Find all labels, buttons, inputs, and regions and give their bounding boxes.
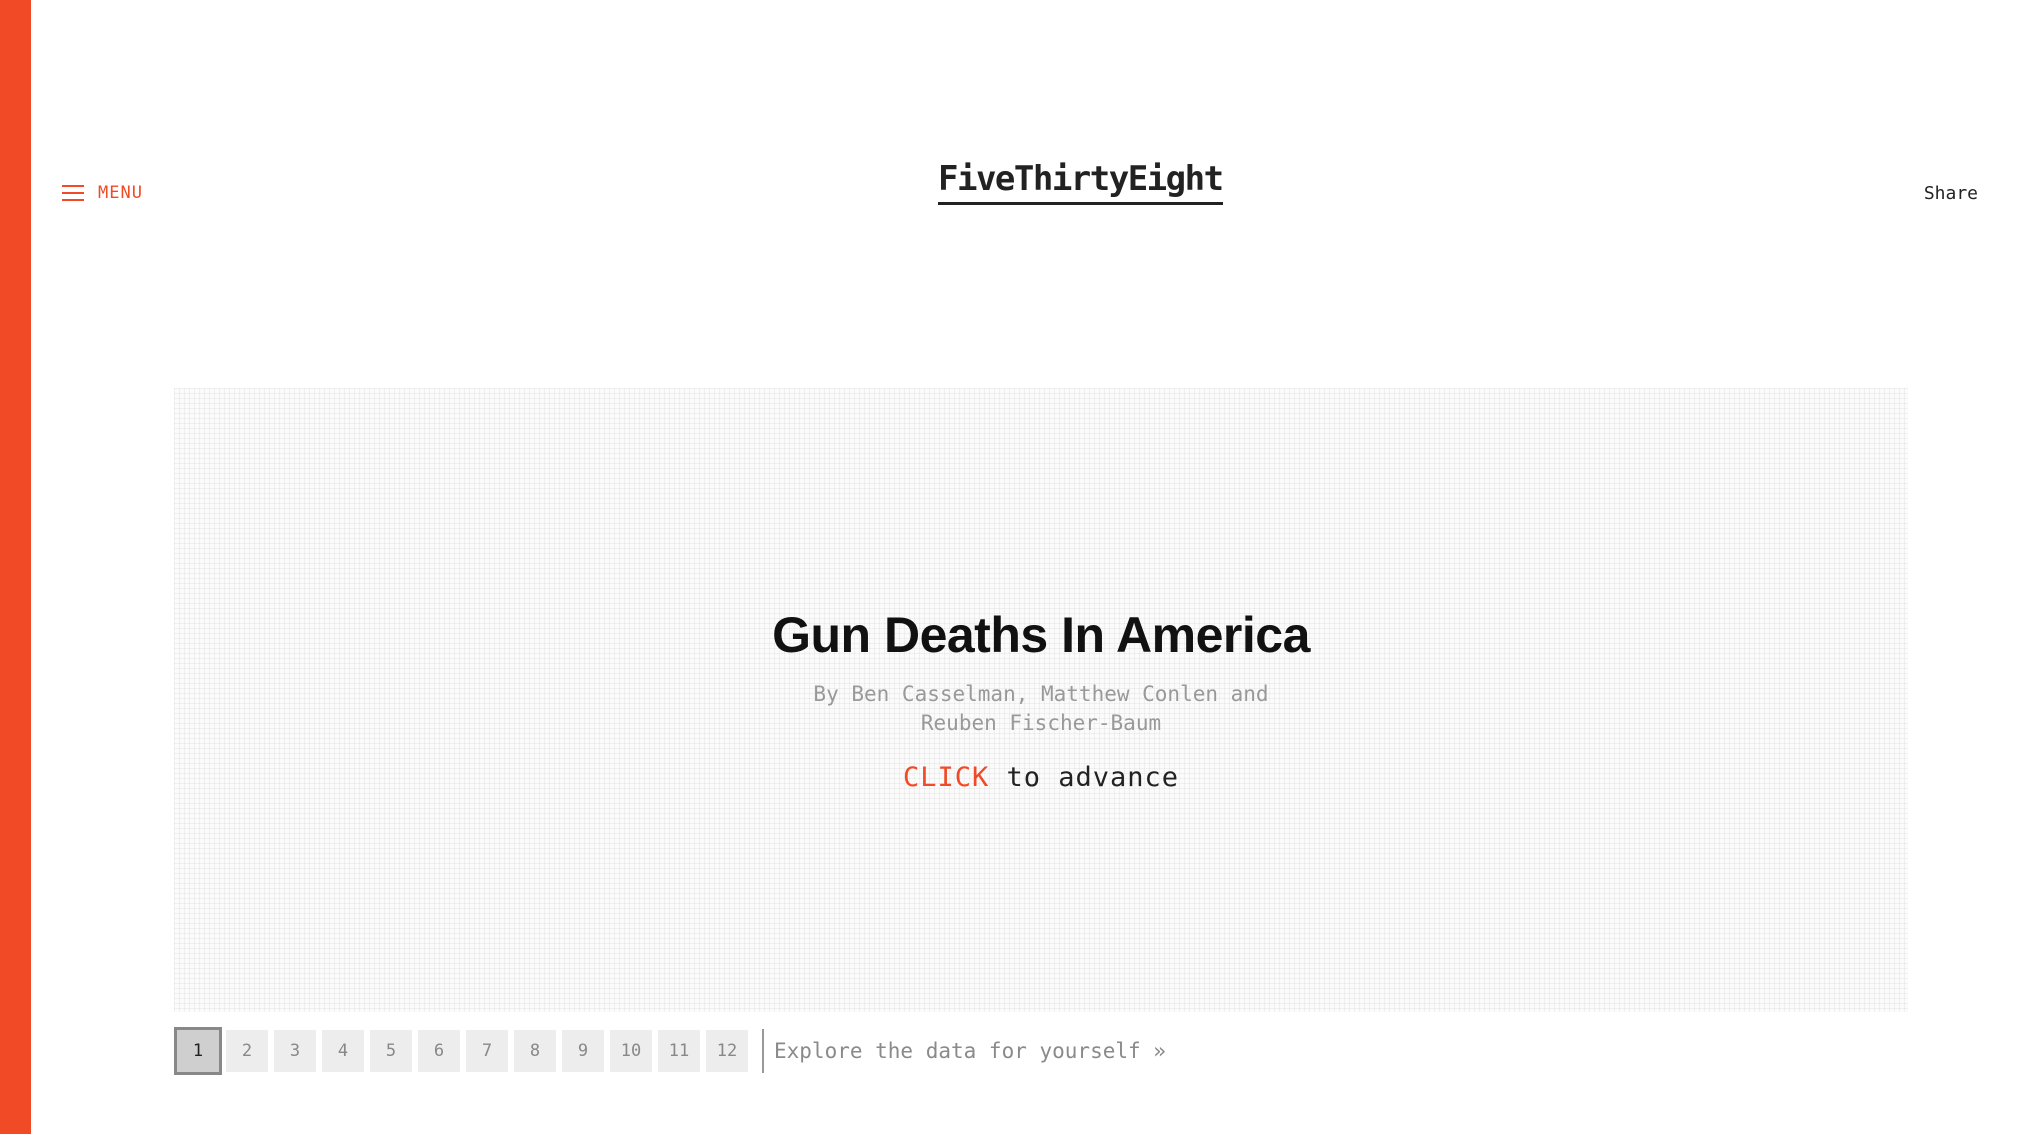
page-button-10[interactable]: 10 [610, 1030, 652, 1072]
page-button-7[interactable]: 7 [466, 1030, 508, 1072]
page-button-12[interactable]: 12 [706, 1030, 748, 1072]
slide-pager: 1 2 3 4 5 6 7 8 9 10 11 12 Explore the d… [174, 1027, 1166, 1075]
page-button-6[interactable]: 6 [418, 1030, 460, 1072]
advance-action-label: CLICK [902, 762, 990, 793]
byline: By Ben Casselman, Matthew Conlen and Reu… [813, 682, 1269, 735]
page-button-2[interactable]: 2 [226, 1030, 268, 1072]
menu-button[interactable]: MENU [62, 183, 143, 203]
story-stage[interactable]: Gun Deaths In America By Ben Casselman, … [174, 388, 1908, 1012]
page-button-8[interactable]: 8 [514, 1030, 556, 1072]
advance-instruction: CLICK to advance [174, 762, 1908, 793]
title-block: Gun Deaths In America By Ben Casselman, … [174, 606, 1908, 793]
explore-data-link[interactable]: Explore the data for yourself » [774, 1039, 1166, 1063]
menu-label: MENU [98, 183, 143, 203]
page-title: Gun Deaths In America [772, 607, 1310, 663]
pager-divider [762, 1029, 764, 1073]
page-button-11[interactable]: 11 [658, 1030, 700, 1072]
site-logo[interactable]: FiveThirtyEight [938, 160, 1224, 205]
accent-sidebar-bar [0, 0, 31, 1134]
hamburger-icon [62, 185, 84, 201]
page-button-9[interactable]: 9 [562, 1030, 604, 1072]
advance-text: to advance [989, 762, 1180, 793]
page-button-5[interactable]: 5 [370, 1030, 412, 1072]
page-button-4[interactable]: 4 [322, 1030, 364, 1072]
page-button-1[interactable]: 1 [174, 1027, 222, 1075]
page-button-3[interactable]: 3 [274, 1030, 316, 1072]
share-button[interactable]: Share [1924, 183, 1978, 204]
